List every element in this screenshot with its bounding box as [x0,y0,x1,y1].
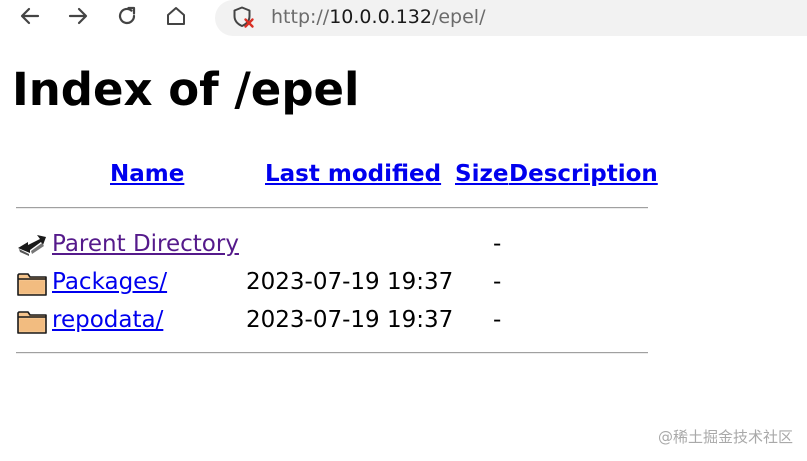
column-header-last-modified[interactable]: Last modified [265,158,441,190]
url-path: /epel/ [431,6,486,28]
address-bar[interactable]: http://10.0.0.132/epel/ [215,0,807,36]
not-secure-shield-icon[interactable] [231,5,255,29]
reload-button[interactable] [113,2,141,30]
url-scheme: http:// [271,6,330,28]
parent-directory-icon [18,235,46,256]
row-size: - [493,269,502,295]
listing-row-parent-directory: Parent Directory - [0,226,807,262]
home-icon [167,7,185,25]
repodata-link[interactable]: repodata/ [52,304,163,336]
reload-icon [118,6,136,25]
row-size: - [493,307,502,333]
packages-link[interactable]: Packages/ [52,266,167,298]
url-text[interactable]: http://10.0.0.132/epel/ [271,4,486,30]
row-last-modified: 2023-07-19 19:37 [246,307,454,333]
footer-divider [16,352,648,354]
column-header-size[interactable]: Size [455,158,508,190]
row-last-modified: 2023-07-19 19:37 [246,269,454,295]
listing-row-packages: Packages/ 2023-07-19 19:37 - [0,264,807,300]
home-button[interactable] [162,2,190,30]
row-size: - [493,231,502,257]
listing-row-repodata: repodata/ 2023-07-19 19:37 - [0,302,807,338]
parent-directory-link[interactable]: Parent Directory [52,228,239,260]
watermark: @稀土掘金技术社区 [657,428,793,446]
folder-icon [17,273,47,296]
column-header-name[interactable]: Name [110,158,184,190]
url-host: 10.0.0.132 [329,6,432,28]
browser-toolbar: http://10.0.0.132/epel/ [0,0,807,36]
back-arrow-icon [20,7,40,25]
column-header-description[interactable]: Description [509,158,658,190]
page-title: Index of /epel [12,63,360,116]
forward-button[interactable] [64,2,92,30]
header-divider [16,207,648,209]
folder-icon [17,311,47,334]
back-button[interactable] [16,2,44,30]
forward-arrow-icon [68,7,88,25]
browser-window: http://10.0.0.132/epel/ Index of /epel N… [0,0,807,461]
